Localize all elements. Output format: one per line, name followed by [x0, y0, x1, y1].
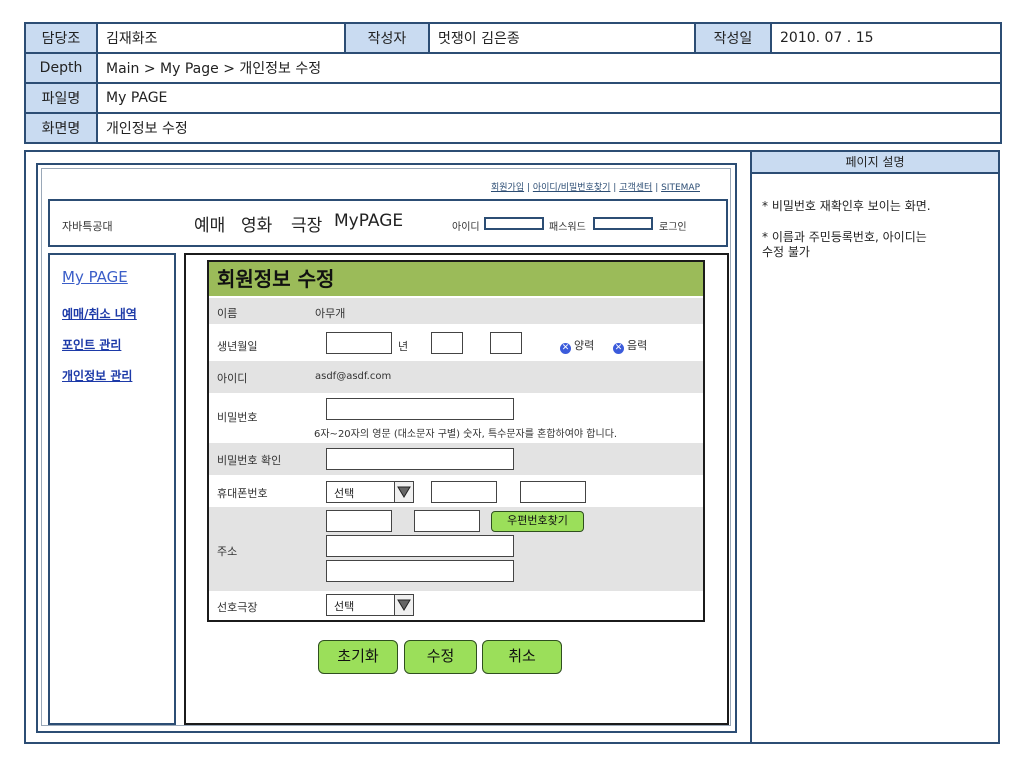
birth-month-input[interactable] — [431, 332, 463, 354]
screen-value: 개인정보 수정 — [96, 112, 1002, 144]
dropdown-arrow-icon — [394, 595, 413, 615]
file-value: My PAGE — [96, 82, 1002, 114]
solar-label: 양력 — [574, 339, 595, 352]
nav-mypage[interactable]: MyPAGE — [334, 211, 403, 231]
radio-solar[interactable]: ✕ 양력 — [560, 337, 594, 354]
birth-year-input[interactable] — [326, 332, 392, 354]
author-label: 작성자 — [344, 22, 430, 54]
phone-last-input[interactable] — [520, 481, 586, 503]
edit-button[interactable]: 수정 — [404, 640, 477, 674]
year-unit: 년 — [398, 340, 409, 353]
theater-select[interactable]: 선택 — [326, 594, 414, 616]
depth-value: Main > My Page > 개인정보 수정 — [96, 52, 1002, 84]
reset-button[interactable]: 초기화 — [318, 640, 398, 674]
team-label: 담당조 — [24, 22, 98, 54]
zipcode-second-input[interactable] — [414, 510, 480, 532]
sitemap-link[interactable]: SITEMAP — [661, 183, 700, 193]
name-label: 이름 — [217, 307, 238, 320]
login-id-label: 아이디 — [452, 222, 480, 233]
phone-middle-input[interactable] — [431, 481, 497, 503]
password-confirm-label: 비밀번호 확인 — [217, 454, 282, 467]
address-line1-input[interactable] — [326, 535, 514, 557]
birth-label: 생년월일 — [217, 340, 258, 353]
depth-label: Depth — [24, 52, 98, 84]
phone-select-label: 선택 — [334, 487, 355, 500]
row-id — [209, 361, 703, 393]
sidebar-item-profile[interactable]: 개인정보 관리 — [62, 367, 132, 384]
address-line2-input[interactable] — [326, 560, 514, 582]
spec-header-table: 담당조 김재화조 작성자 멋쟁이 김은종 작성일 2010. 07 . 15 D… — [24, 22, 1002, 144]
sidebar-title[interactable]: My PAGE — [62, 268, 128, 286]
nav-theater[interactable]: 극장 — [291, 211, 322, 236]
find-account-link[interactable]: 아이디/비밀번호찾기 — [533, 183, 611, 193]
date-value: 2010. 07 . 15 — [770, 22, 1002, 54]
radio-lunar[interactable]: ✕ 음력 — [613, 337, 647, 354]
signup-link[interactable]: 회원가입 — [491, 183, 524, 193]
id-value: asdf@asdf.com — [315, 371, 392, 382]
theater-label: 선호극장 — [217, 601, 258, 614]
screen-label: 화면명 — [24, 112, 98, 144]
sidebar-item-points[interactable]: 포인트 관리 — [62, 336, 121, 353]
mypage-sidebar — [48, 253, 176, 725]
phone-prefix-select[interactable]: 선택 — [326, 481, 414, 503]
cancel-button[interactable]: 취소 — [482, 640, 562, 674]
phone-label: 휴대폰번호 — [217, 487, 268, 500]
description-divider — [750, 150, 752, 744]
birth-day-input[interactable] — [490, 332, 522, 354]
form-title: 회원정보 수정 — [209, 262, 703, 296]
site-logo[interactable]: 자바특공대 — [62, 218, 113, 234]
team-value: 김재화조 — [96, 22, 346, 54]
nav-movie[interactable]: 영화 — [241, 211, 272, 236]
date-label: 작성일 — [694, 22, 772, 54]
customer-center-link[interactable]: 고객센터 — [619, 183, 652, 193]
dropdown-arrow-icon — [394, 482, 413, 502]
author-value: 멋쟁이 김은종 — [428, 22, 696, 54]
zipcode-search-button[interactable]: 우편번호찾기 — [491, 511, 584, 532]
file-label: 파일명 — [24, 82, 98, 114]
lunar-label: 음력 — [627, 339, 648, 352]
sidebar-item-booking-history[interactable]: 예매/취소 내역 — [62, 305, 137, 322]
password-hint: 6자~20자의 영문 (대소문자 구별) 숫자, 특수문자를 혼합하여야 합니다… — [314, 429, 618, 440]
description-note-1: * 비밀번호 재확인후 보이는 화면. — [762, 199, 931, 213]
name-value: 아무개 — [315, 307, 346, 320]
description-title: 페이지 설명 — [752, 152, 998, 174]
radio-lunar-icon: ✕ — [613, 343, 624, 354]
login-id-input[interactable] — [484, 217, 544, 230]
nav-booking[interactable]: 예매 — [194, 211, 225, 236]
top-links: 회원가입 | 아이디/비밀번호찾기 | 고객센터 | SITEMAP — [490, 183, 700, 193]
radio-solar-icon: ✕ — [560, 343, 571, 354]
row-name — [209, 298, 703, 324]
password-input[interactable] — [326, 398, 514, 420]
zipcode-first-input[interactable] — [326, 510, 392, 532]
description-note-2: * 이름과 주민등록번호, 아이디는 수정 불가 — [762, 230, 927, 259]
login-button[interactable]: 로그인 — [659, 218, 687, 233]
address-label: 주소 — [217, 545, 238, 558]
theater-select-label: 선택 — [334, 600, 355, 613]
password-label: 비밀번호 — [217, 411, 258, 424]
password-confirm-input[interactable] — [326, 448, 514, 470]
id-label: 아이디 — [217, 372, 248, 385]
login-pw-input[interactable] — [593, 217, 653, 230]
login-pw-label: 패스워드 — [549, 222, 586, 233]
